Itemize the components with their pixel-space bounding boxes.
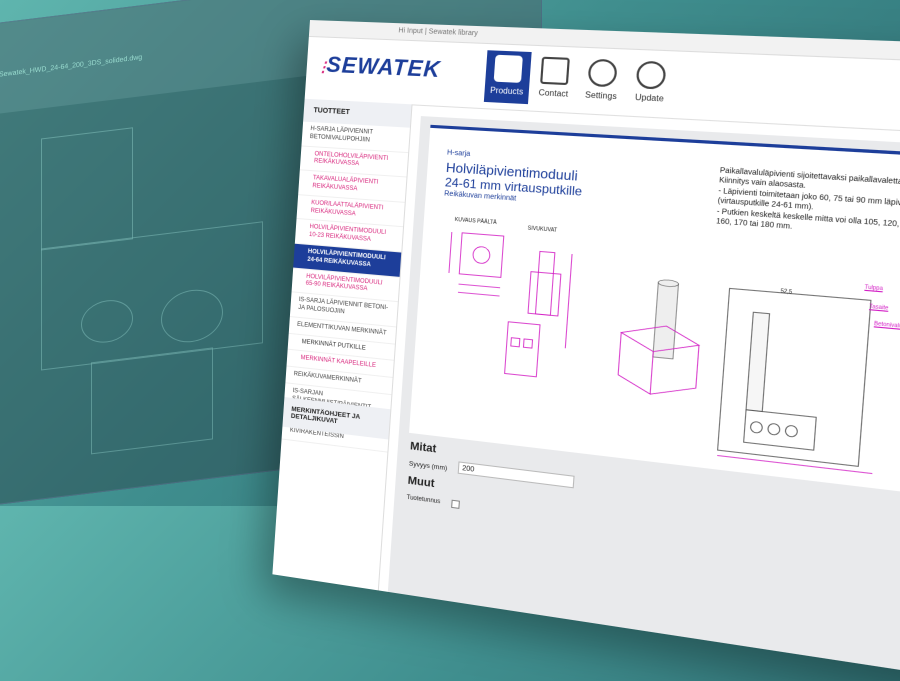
contact-icon (540, 56, 570, 86)
nav-update-button[interactable]: Update (625, 56, 676, 112)
products-icon (493, 54, 523, 83)
nav-contact-button[interactable]: Contact (530, 52, 579, 106)
logo-mark-icon: ⋮ (316, 58, 332, 75)
muut-heading: Muut (407, 474, 435, 491)
nav-products-button[interactable]: Products (483, 50, 532, 105)
product-sheet: H-sarja Holviläpivientimoduuli 24-61 mm … (409, 124, 900, 498)
sheet-series: H-sarja (446, 149, 471, 159)
technical-drawings (428, 223, 900, 483)
update-icon (635, 60, 667, 90)
settings-icon (587, 58, 618, 88)
sheet-description: Paikallavaluläpivienti sijoitettavaksi p… (715, 167, 900, 232)
mitat-heading: Mitat (409, 440, 437, 456)
tuotetunnus-label: Tuotetunnus (406, 494, 441, 506)
main-content: H-sarja Holviläpivientimoduuli 24-61 mm … (387, 116, 900, 680)
dim-52-5-label: 52,5 (780, 288, 793, 296)
tuotetunnus-checkbox[interactable] (451, 499, 460, 509)
sewatek-library-window: Hi Input | Sewatek library ⋮SEWATEK Prod… (272, 20, 900, 681)
tulppa-label: Tulppa (864, 284, 884, 293)
syvyys-label: Syvyys (mm) (408, 460, 448, 473)
nav-settings-button[interactable]: Settings (577, 54, 627, 109)
syvyys-input[interactable]: 200 (457, 461, 575, 489)
sewatek-logo: ⋮SEWATEK (316, 51, 442, 83)
